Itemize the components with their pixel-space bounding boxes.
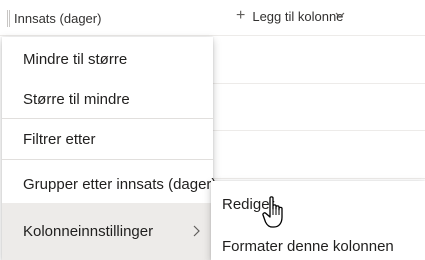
column-header-row: Innsats (dager) + Legg til kolonne: [0, 0, 425, 36]
menu-item-filter-by[interactable]: Filtrer etter: [2, 119, 213, 159]
submenu-item-format-column[interactable]: Formater denne kolonnen: [211, 231, 425, 260]
menu-item-sort-descending[interactable]: Større til mindre: [2, 81, 213, 118]
menu-item-label: Filtrer etter: [23, 130, 96, 148]
add-column-button[interactable]: + Legg til kolonne: [236, 0, 343, 32]
hand-pointer-icon: [262, 196, 283, 228]
column-context-menu: Mindre til større Større til mindre Filt…: [2, 37, 217, 260]
menu-item-sort-ascending[interactable]: Mindre til større: [2, 37, 213, 81]
menu-item-label: Kolonneinnstillinger: [23, 223, 154, 240]
submenu-item-edit[interactable]: Rediger: [211, 187, 425, 221]
chevron-right-icon: [193, 225, 200, 237]
row-divider: [212, 83, 425, 84]
menu-item-column-settings[interactable]: Kolonneinnstillinger: [2, 203, 213, 260]
column-resize-handle[interactable]: [7, 9, 10, 27]
menu-item-label: Grupper etter innsats (dager): [23, 175, 217, 193]
row-divider: [212, 130, 425, 131]
chevron-down-icon[interactable]: [335, 10, 345, 20]
submenu-item-label: Formater denne kolonnen: [222, 237, 394, 255]
column-title: Innsats (dager): [14, 10, 102, 26]
menu-item-label: Mindre til større: [23, 50, 128, 68]
menu-divider: [2, 159, 213, 160]
column-header-innsats[interactable]: Innsats (dager): [0, 0, 222, 36]
add-column-label: Legg til kolonne: [252, 8, 344, 24]
column-settings-submenu: Rediger Formater denne kolonnen: [211, 181, 425, 260]
plus-icon: +: [236, 7, 246, 24]
menu-item-group-by[interactable]: Grupper etter innsats (dager): [2, 169, 217, 199]
list-view: Innsats (dager) + Legg til kolonne Mindr…: [0, 0, 425, 260]
menu-item-label: Større til mindre: [23, 91, 130, 108]
row-divider: [212, 178, 425, 179]
